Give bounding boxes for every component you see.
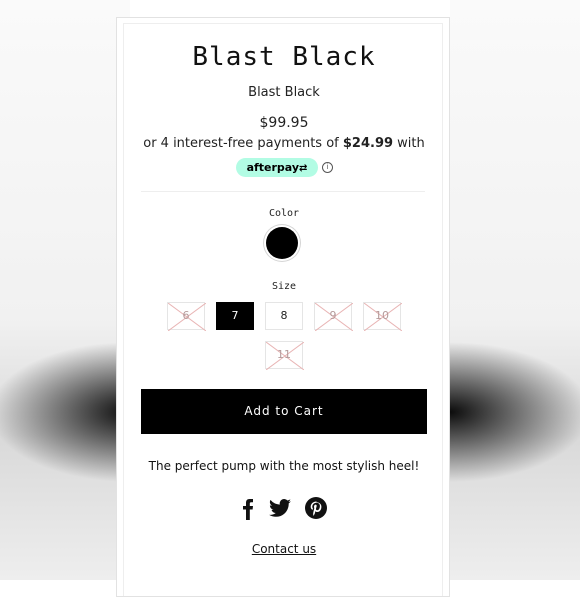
color-swatch-black[interactable] (266, 227, 298, 259)
size-option-11[interactable]: 11 (265, 341, 304, 370)
product-description: The perfect pump with the most stylish h… (148, 459, 420, 473)
product-price: $99.95 (259, 115, 309, 131)
color-label: Color (268, 208, 300, 219)
afterpay-amount: $24.99 (342, 136, 394, 151)
add-to-cart-button[interactable]: Add to Cart (141, 389, 427, 434)
afterpay-badge[interactable]: afterpay⇄ (236, 158, 318, 177)
facebook-icon[interactable] (237, 495, 261, 521)
afterpay-text-before: or 4 interest-free payments of (143, 136, 343, 151)
info-icon[interactable]: i (322, 162, 333, 173)
size-option-label: 7 (231, 309, 239, 322)
size-option-label: 11 (277, 348, 291, 361)
contact-us-link[interactable]: Contact us (117, 542, 451, 556)
product-title: Blast Black (192, 42, 376, 72)
size-option-7[interactable]: 7 (216, 302, 254, 330)
afterpay-text: or 4 interest-free payments of $24.99 wi… (117, 136, 451, 151)
size-option-6[interactable]: 6 (167, 302, 206, 331)
size-option-9[interactable]: 9 (314, 302, 353, 331)
backdrop-left (0, 0, 130, 580)
size-option-label: 6 (182, 309, 190, 322)
divider (141, 191, 425, 192)
size-option-label: 8 (280, 309, 288, 322)
afterpay-badge-label: afterpay (246, 161, 300, 174)
product-card: Blast Black Blast Black $99.95 or 4 inte… (116, 17, 450, 597)
twitter-icon[interactable] (267, 495, 293, 521)
afterpay-text-after: with (393, 136, 425, 151)
size-option-label: 9 (329, 309, 337, 322)
size-option-8[interactable]: 8 (265, 302, 303, 330)
product-subtitle: Blast Black (248, 85, 320, 100)
size-label: Size (271, 281, 297, 292)
size-option-10[interactable]: 10 (363, 302, 402, 331)
afterpay-logo-icon: ⇄ (299, 163, 308, 174)
pinterest-icon[interactable] (303, 495, 329, 521)
backdrop-right (450, 0, 580, 580)
size-option-label: 10 (375, 309, 389, 322)
